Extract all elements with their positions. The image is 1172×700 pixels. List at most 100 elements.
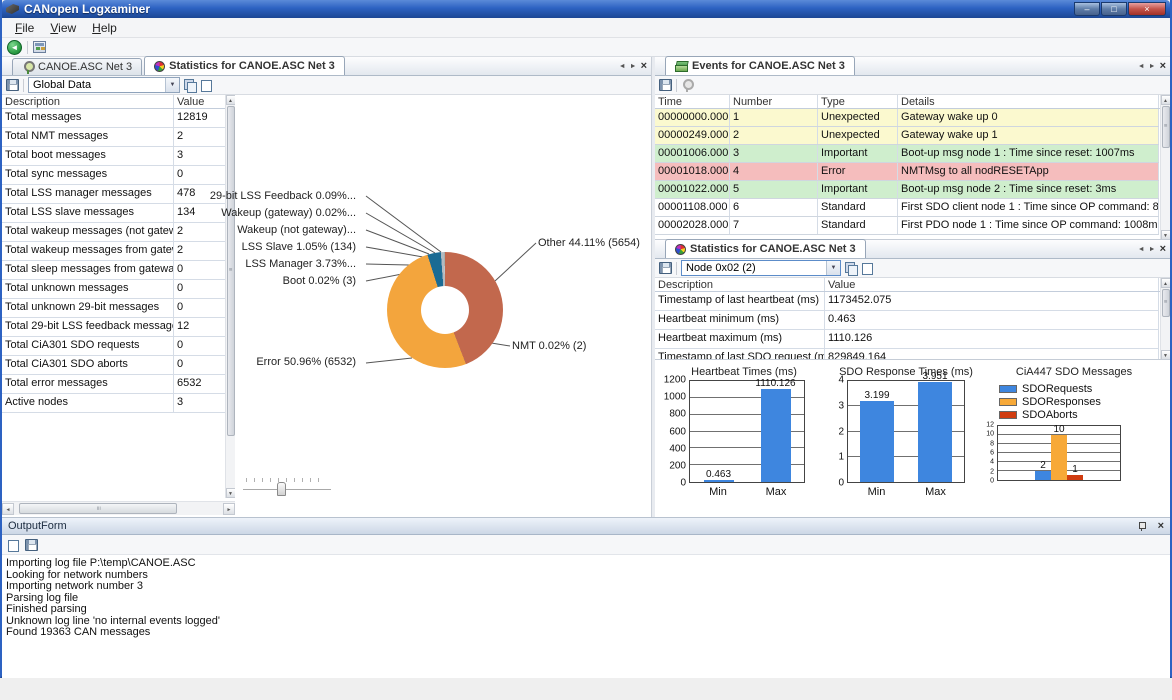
scroll-up-icon[interactable]: ▲ <box>1161 95 1171 105</box>
cell-number[interactable]: 1 <box>730 109 818 126</box>
table-row[interactable]: Active nodes3 <box>2 394 235 413</box>
global-table-hscrollbar[interactable]: ◄ ► <box>2 501 235 515</box>
table-row[interactable]: Total LSS manager messages478 <box>2 185 235 204</box>
import-log-icon[interactable] <box>33 41 46 53</box>
cell-description[interactable]: Total CiA301 SDO requests <box>2 337 174 355</box>
cell-time[interactable]: 00001022.000 <box>655 181 730 198</box>
save-icon[interactable] <box>25 539 38 551</box>
cell-details[interactable]: First PDO node 1 : Time since OP command… <box>898 217 1159 234</box>
tab-node-statistics[interactable]: Statistics for CANOE.ASC Net 3 <box>665 239 866 258</box>
table-row[interactable]: Total NMT messages2 <box>2 128 235 147</box>
event-row[interactable]: 00001022.0005ImportantBoot-up msg node 2… <box>655 181 1159 199</box>
cell-description[interactable]: Total boot messages <box>2 147 174 165</box>
cell-number[interactable]: 2 <box>730 127 818 144</box>
cell-description[interactable]: Heartbeat minimum (ms) <box>655 311 825 329</box>
cell-value[interactable]: 0.463 <box>825 311 1159 329</box>
scroll-left-icon[interactable]: ◄ <box>2 503 14 515</box>
cell-time[interactable]: 00001006.000 <box>655 145 730 162</box>
table-row[interactable]: Total 29-bit LSS feedback messages12 <box>2 318 235 337</box>
cell-type[interactable]: Standard <box>818 217 898 234</box>
global-table-vscrollbar[interactable]: ▲ ▼ <box>225 95 235 498</box>
table-row[interactable]: Total boot messages3 <box>2 147 235 166</box>
table-row[interactable]: Total unknown messages0 <box>2 280 235 299</box>
column-header-description[interactable]: Description <box>655 278 825 291</box>
node-select[interactable]: Node 0x02 (2) ▼ <box>681 260 841 276</box>
tab-close-icon[interactable]: × <box>1160 60 1166 72</box>
tab-canoe-net3[interactable]: CANOE.ASC Net 3 <box>12 58 142 75</box>
cell-number[interactable]: 7 <box>730 217 818 234</box>
cell-details[interactable]: Boot-up msg node 1 : Time since reset: 1… <box>898 145 1159 162</box>
cell-number[interactable]: 3 <box>730 145 818 162</box>
tab-next-icon[interactable]: ► <box>630 63 637 70</box>
menu-view[interactable]: View <box>43 19 83 37</box>
minimize-button[interactable]: – <box>1074 2 1100 16</box>
search-icon[interactable] <box>681 79 693 92</box>
cell-time[interactable]: 00000249.000 <box>655 127 730 144</box>
event-row[interactable]: 00001108.0006StandardFirst SDO client no… <box>655 199 1159 217</box>
cell-type[interactable]: Unexpected <box>818 109 898 126</box>
table-row[interactable]: Total CiA301 SDO requests0 <box>2 337 235 356</box>
cell-details[interactable]: Gateway wake up 0 <box>898 109 1159 126</box>
cell-time[interactable]: 00001108.000 <box>655 199 730 216</box>
back-button[interactable]: ◄ <box>7 40 22 55</box>
cell-value[interactable]: 829849.164 <box>825 349 1159 359</box>
event-row[interactable]: 00000000.0001UnexpectedGateway wake up 0 <box>655 109 1159 127</box>
scroll-down-icon[interactable]: ▼ <box>1161 350 1171 359</box>
copy-plain-icon[interactable] <box>861 262 873 274</box>
column-header-type[interactable]: Type <box>818 95 898 108</box>
cell-type[interactable]: Standard <box>818 199 898 216</box>
cell-description[interactable]: Total sleep messages from gateway <box>2 261 174 279</box>
cell-description[interactable]: Total unknown 29-bit messages <box>2 299 174 317</box>
table-row[interactable]: Timestamp of last heartbeat (ms)1173452.… <box>655 292 1159 311</box>
cell-description[interactable]: Timestamp of last SDO request (ms) <box>655 349 825 359</box>
chevron-down-icon[interactable]: ▼ <box>165 78 179 92</box>
tab-statistics[interactable]: Statistics for CANOE.ASC Net 3 <box>144 56 345 75</box>
cell-description[interactable]: Total messages <box>2 109 174 127</box>
cell-type[interactable]: Important <box>818 181 898 198</box>
scroll-up-icon[interactable]: ▲ <box>226 95 236 105</box>
cell-number[interactable]: 4 <box>730 163 818 180</box>
cell-description[interactable]: Total LSS manager messages <box>2 185 174 203</box>
pin-icon[interactable] <box>1138 522 1146 531</box>
scroll-down-icon[interactable]: ▼ <box>1161 230 1171 239</box>
cell-time[interactable]: 00001018.000 <box>655 163 730 180</box>
cell-description[interactable]: Total wakeup messages (not gateway) <box>2 223 174 241</box>
tab-prev-icon[interactable]: ◄ <box>1138 63 1145 70</box>
copy-icon[interactable] <box>184 79 196 91</box>
tab-next-icon[interactable]: ► <box>1149 63 1156 70</box>
cell-description[interactable]: Heartbeat maximum (ms) <box>655 330 825 348</box>
scroll-down-icon[interactable]: ▼ <box>226 488 236 498</box>
cell-description[interactable]: Total NMT messages <box>2 128 174 146</box>
save-icon[interactable] <box>659 79 672 91</box>
maximize-button[interactable]: □ <box>1101 2 1127 16</box>
cell-time[interactable]: 00000000.000 <box>655 109 730 126</box>
tab-next-icon[interactable]: ► <box>1149 246 1156 253</box>
event-row[interactable]: 00002028.0007StandardFirst PDO node 1 : … <box>655 217 1159 235</box>
events-vscrollbar[interactable]: ▲ ▼ <box>1160 95 1170 239</box>
scroll-up-icon[interactable]: ▲ <box>1161 278 1171 288</box>
cell-details[interactable]: NMTMsg to all nodRESETApp <box>898 163 1159 180</box>
table-row[interactable]: Total unknown 29-bit messages0 <box>2 299 235 318</box>
cell-description[interactable]: Total 29-bit LSS feedback messages <box>2 318 174 336</box>
column-header-value[interactable]: Value <box>825 278 1159 291</box>
copy-icon[interactable] <box>845 262 857 274</box>
cell-description[interactable]: Total wakeup messages from gateway <box>2 242 174 260</box>
cell-description[interactable]: Total LSS slave messages <box>2 204 174 222</box>
scrollbar-thumb[interactable] <box>19 503 177 514</box>
save-icon[interactable] <box>6 79 19 91</box>
cell-type[interactable]: Important <box>818 145 898 162</box>
tab-events[interactable]: Events for CANOE.ASC Net 3 <box>665 56 855 75</box>
column-header-number[interactable]: Number <box>730 95 818 108</box>
save-icon[interactable] <box>659 262 672 274</box>
menu-file[interactable]: File <box>8 19 41 37</box>
slider-track[interactable] <box>243 489 331 490</box>
table-row[interactable]: Total error messages6532 <box>2 375 235 394</box>
cell-details[interactable]: First SDO client node 1 : Time since OP … <box>898 199 1159 216</box>
scrollbar-thumb[interactable] <box>1162 289 1170 317</box>
cell-type[interactable]: Error <box>818 163 898 180</box>
scrollbar-thumb[interactable] <box>1162 106 1170 148</box>
column-header-description[interactable]: Description <box>2 95 174 108</box>
tab-prev-icon[interactable]: ◄ <box>1138 246 1145 253</box>
event-row[interactable]: 00001006.0003ImportantBoot-up msg node 1… <box>655 145 1159 163</box>
cell-number[interactable]: 5 <box>730 181 818 198</box>
